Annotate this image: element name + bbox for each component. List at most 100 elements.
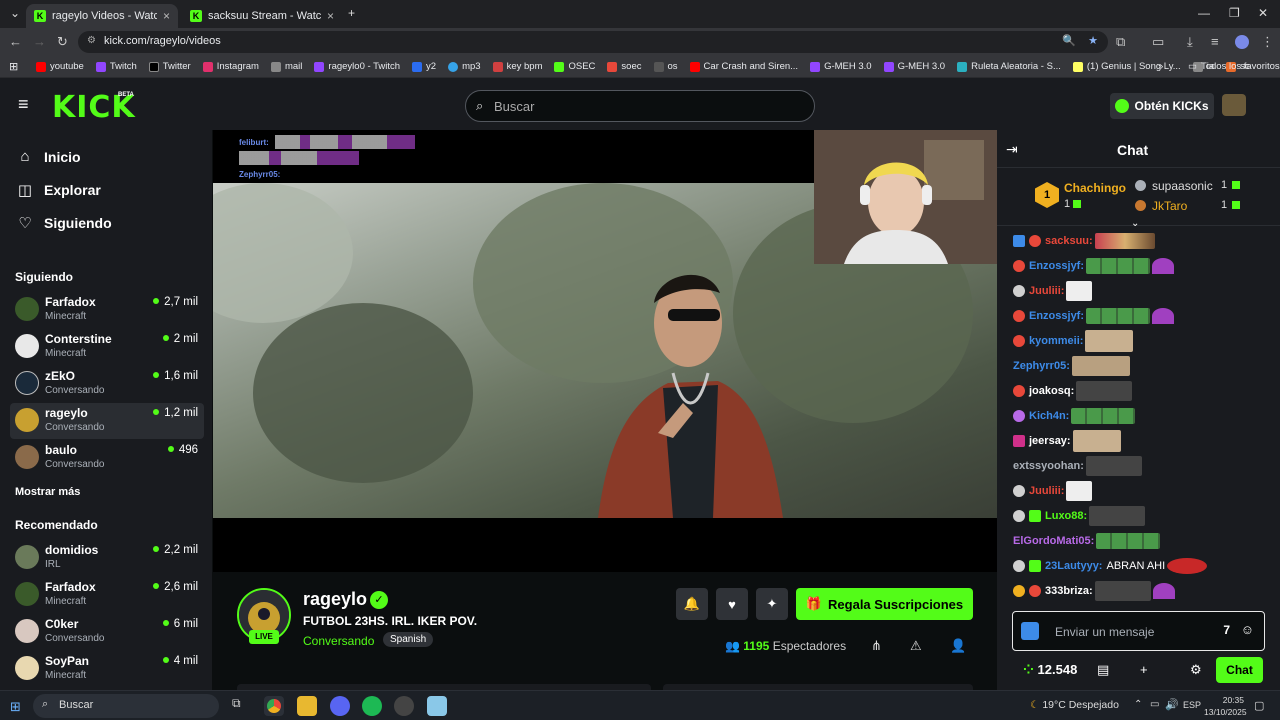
collapse-chat-icon[interactable]: ⇥ (1006, 141, 1018, 158)
bookmark-item[interactable]: Instagram (202, 61, 259, 72)
report-icon[interactable]: ⚠ (910, 638, 922, 654)
show-more-link[interactable]: Mostrar más (15, 486, 80, 498)
settings-gear-icon[interactable]: ⚙ (1190, 662, 1202, 678)
bookmark-item[interactable]: OSEC (554, 61, 595, 72)
zoom-icon[interactable]: 🔍 (1062, 34, 1076, 47)
leaderboard-name[interactable]: supaasonic (1152, 179, 1213, 193)
emote-7tv-icon[interactable]: 7 (1223, 623, 1230, 637)
bookmark-item[interactable]: Twitch (95, 61, 137, 72)
sidebar-channel[interactable]: Conterstine Minecraft 2 mil (10, 329, 204, 365)
sidebar-channel-selected[interactable]: rageylo Conversando 1,2 mil (10, 403, 204, 439)
chat-message-input[interactable]: Enviar un mensaje 7 ☺ (1012, 611, 1265, 651)
sparkle-button[interactable]: ✦ (756, 588, 788, 620)
expand-leaderboard-icon[interactable]: ⌄ (1131, 218, 1139, 229)
taskbar-search[interactable]: ⌕ Buscar (33, 694, 219, 718)
hamburger-menu-icon[interactable]: ≡ (18, 95, 34, 113)
windows-start-icon[interactable]: ⊞ (10, 699, 21, 715)
app-icon[interactable] (427, 696, 447, 716)
task-view-icon[interactable]: ⧉ (232, 696, 252, 716)
follow-button[interactable]: ♥ (716, 588, 748, 620)
bookmark-item[interactable]: G-MEH 3.0 (883, 61, 945, 72)
sidebar-channel[interactable]: zEkO Conversando 1,6 mil (10, 366, 204, 402)
sidebar-channel[interactable]: domidios IRL 2,2 mil (10, 540, 204, 576)
bookmark-item[interactable]: youtube (36, 61, 84, 72)
bookmark-item[interactable]: Twitter (148, 61, 191, 72)
discord-icon[interactable] (330, 696, 350, 716)
extensions-icon[interactable]: ⧉ (1116, 34, 1125, 50)
menu-icon[interactable]: ⋮ (1261, 34, 1274, 50)
leaderboard-name[interactable]: JkTaro (1152, 199, 1187, 213)
volume-icon[interactable]: 🔊 (1165, 698, 1179, 711)
forward-icon[interactable]: → (33, 34, 46, 49)
tray-chevron-icon[interactable]: ⌃ (1134, 699, 1142, 710)
new-tab-icon[interactable]: + (348, 6, 355, 20)
chrome-icon[interactable] (264, 696, 284, 716)
video-player[interactable]: feliburt: Zephyrr05: (213, 130, 997, 572)
share-icon[interactable]: ⋔ (871, 638, 882, 654)
search-input[interactable]: ⌕ Buscar (465, 90, 815, 122)
overlay-emotes (275, 135, 415, 149)
profile-avatar[interactable] (1235, 35, 1249, 49)
tab-rageylo[interactable]: K rageylo Videos - Watch On × (26, 4, 178, 28)
bookmark-item[interactable]: Ruleta Aleatoria - S... (957, 61, 1061, 72)
user-avatar[interactable] (1222, 94, 1246, 116)
obs-icon[interactable] (394, 696, 414, 716)
url-field[interactable]: ⚙ kick.com/rageylo/videos 🔍 ★ (78, 31, 1108, 53)
stream-category[interactable]: Conversando (303, 634, 374, 648)
add-icon[interactable]: + (1140, 662, 1148, 677)
tab-sacksuu[interactable]: K sacksuu Stream - Watch Live on × (182, 4, 342, 28)
bookmark-item[interactable]: key bpm (492, 61, 542, 72)
nav-home[interactable]: ⌂ Inicio (16, 148, 80, 165)
network-icon[interactable]: ▭ (1150, 699, 1159, 710)
all-bookmarks[interactable]: ▭ Todos los favoritos (1188, 61, 1280, 72)
tab-search-icon[interactable]: ⌄ (10, 6, 20, 20)
weather-widget[interactable]: ☾ 19°C Despejado (1030, 699, 1119, 711)
bookmark-item[interactable]: (1) Genius | Song Ly... (1072, 61, 1181, 72)
back-icon[interactable]: ← (9, 34, 22, 49)
sidebar-channel[interactable]: C0ker Conversando 6 mil (10, 614, 204, 650)
sidebar-channel[interactable]: SoyPan Minecraft 4 mil (10, 651, 204, 687)
close-tab-icon[interactable]: × (163, 9, 170, 23)
nav-explore[interactable]: ◫ Explorar (16, 181, 101, 199)
site-info-icon[interactable]: ⚙ (87, 35, 96, 46)
reload-icon[interactable]: ↻ (57, 34, 68, 50)
notification-icon[interactable]: ▢ (1254, 699, 1264, 712)
bookmark-item[interactable]: G-MEH 3.0 (810, 61, 872, 72)
star-icon[interactable]: ★ (1088, 34, 1098, 47)
store-icon[interactable]: ▤ (1097, 662, 1109, 678)
sidebar-channel[interactable]: Farfadox Minecraft 2,6 mil (10, 577, 204, 613)
download-icon[interactable]: ⤓ (1187, 34, 1193, 50)
sidebar-channel[interactable]: Farfadox Minecraft 2,7 mil (10, 292, 204, 328)
send-chat-button[interactable]: Chat (1216, 657, 1263, 683)
gift-subs-button[interactable]: 🎁 Regala Suscripciones (796, 588, 973, 620)
close-window-icon[interactable]: ✕ (1258, 6, 1268, 20)
notification-bell-button[interactable]: 🔔 (676, 588, 708, 620)
bookmark-item[interactable]: Car Crash and Siren... (689, 61, 798, 72)
cast-icon[interactable]: ▭ (1152, 34, 1164, 50)
channel-points[interactable]: ⁘ 12.548 (1023, 662, 1077, 678)
minimize-icon[interactable]: — (1198, 6, 1210, 20)
bookmark-item[interactable]: soec (607, 61, 642, 72)
channel-name[interactable]: rageylo (303, 589, 367, 610)
language-tag[interactable]: Spanish (383, 632, 434, 647)
nav-following[interactable]: ♡ Siguiendo (16, 214, 111, 232)
file-explorer-icon[interactable] (297, 696, 317, 716)
bookmark-item[interactable]: mail (270, 61, 302, 72)
more-bookmarks-icon[interactable]: » (1158, 61, 1163, 72)
close-tab-icon[interactable]: × (327, 9, 334, 23)
clock[interactable]: 20:35 13/10/2025 (1204, 694, 1247, 718)
user-action-icon[interactable]: 👤 (950, 638, 966, 654)
get-kicks-button[interactable]: Obtén KICKs (1110, 93, 1214, 119)
leaderboard-name[interactable]: Chachingo (1064, 181, 1126, 195)
spotify-icon[interactable] (362, 696, 382, 716)
bookmark-item[interactable]: mp3 (448, 61, 481, 72)
bookmark-item[interactable]: os (653, 61, 678, 72)
sidebar-channel[interactable]: baulo Conversando 496 (10, 440, 204, 476)
apps-icon[interactable]: ⊞ (9, 60, 18, 73)
language-indicator[interactable]: ESP (1183, 700, 1201, 710)
bookmark-item[interactable]: rageylo0 - Twitch (314, 61, 400, 72)
emoji-icon[interactable]: ☺ (1241, 622, 1254, 637)
restore-icon[interactable]: ❐ (1229, 6, 1240, 20)
bookmark-item[interactable]: y2 (412, 61, 436, 72)
media-icon[interactable]: ≡ (1211, 34, 1219, 49)
